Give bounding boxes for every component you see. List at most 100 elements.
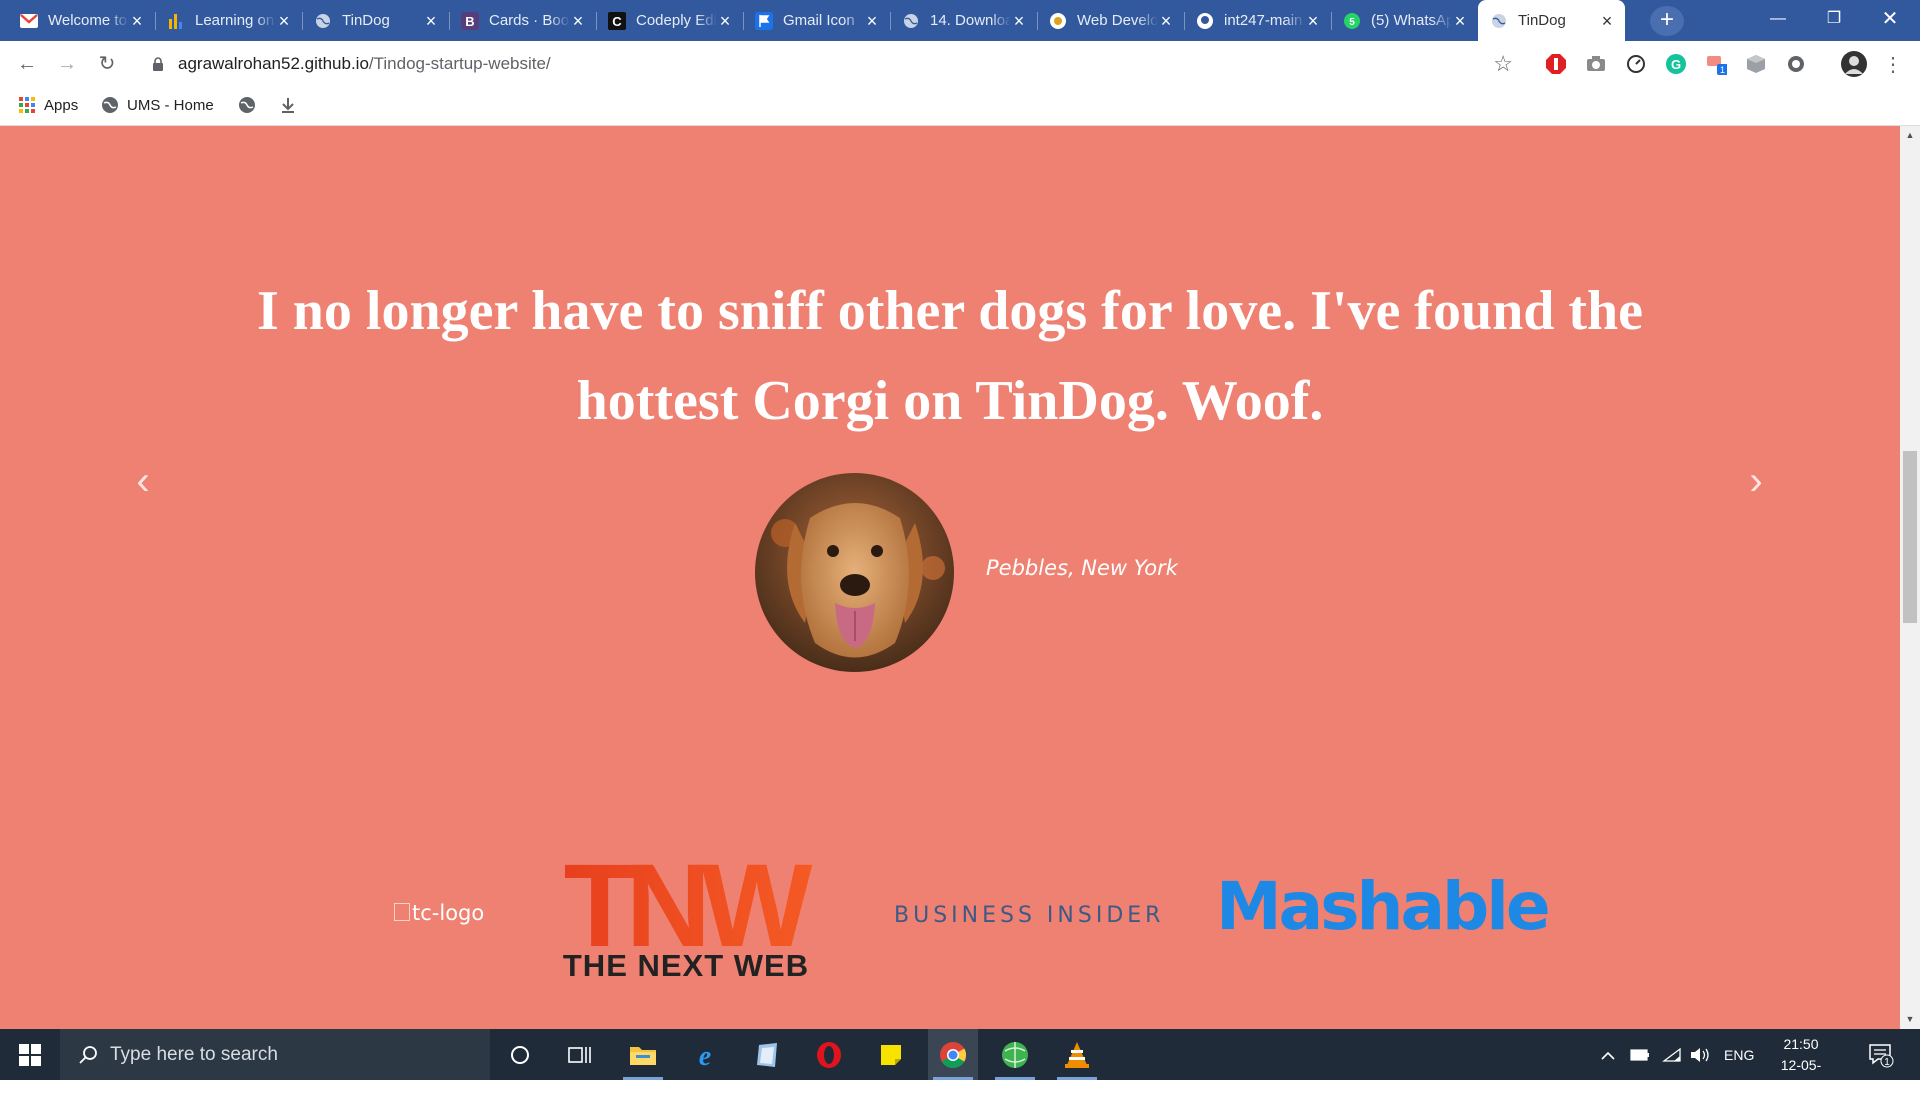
reload-button[interactable]: ↻ [92,49,122,79]
minimize-button[interactable]: — [1750,0,1806,41]
url-path: /Tindog-startup-website/ [368,53,551,73]
browser-tab[interactable]: int247-main × [1184,0,1331,41]
language-indicator[interactable]: ENG [1724,1029,1754,1080]
bookmark-globe[interactable] [238,96,264,114]
browser-tab[interactable]: B Cards · Bootstrap× [449,0,596,41]
taskbar-pdf-app[interactable] [742,1029,792,1080]
adblock-extension-icon[interactable] [1545,53,1567,75]
gmail-icon [20,12,38,30]
github-icon [1196,12,1214,30]
close-tab-icon[interactable]: × [1599,12,1615,30]
browser-tab[interactable]: TinDog × [302,0,449,41]
bookmark-apps-label: Apps [44,96,79,114]
taskbar-chrome[interactable] [928,1029,978,1080]
close-window-button[interactable]: ✕ [1862,0,1918,41]
bookmark-download[interactable] [279,96,305,114]
menu-kebab-icon[interactable]: ⋮ [1882,53,1904,76]
download-icon [282,98,294,113]
system-clock[interactable]: 21:50 12-05-2020 [1766,1034,1836,1097]
new-tab-button[interactable]: + [1650,6,1684,36]
tab-list: Welcome to × Learning on × TinDog × B Cards · B… [8,0,1625,41]
tnw-subtitle: THE NEXT WEB [562,948,810,983]
task-view-button[interactable] [555,1029,605,1080]
browser-tab[interactable]: 14. Download× [890,0,1037,41]
taskbar-browser-green[interactable] [990,1029,1040,1080]
close-tab-icon[interactable]: × [1452,12,1468,30]
techcrunch-logo-broken-image: tc-logo [394,901,484,925]
carousel-next-button[interactable]: › [1736,456,1776,506]
browser-tab[interactable]: TinDog × [1478,0,1625,41]
scrollbar-thumb[interactable] [1903,451,1917,623]
browser-tab[interactable]: Welcome to × [8,0,155,41]
cortana-button[interactable] [495,1029,545,1080]
close-tab-icon[interactable]: × [1158,12,1174,30]
browser-tab[interactable]: Learning on × [155,0,302,41]
back-button[interactable]: ← [12,49,42,79]
start-button[interactable] [0,1029,60,1080]
page-content: I no longer have to sniff other dogs for… [0,126,1900,1029]
close-tab-icon[interactable]: × [423,12,439,30]
bookmark-star-icon[interactable]: ☆ [1493,51,1513,77]
tab-title: Learning on [195,12,275,29]
vlc-cone-icon [1065,1041,1089,1068]
battery-icon[interactable] [1630,1029,1650,1080]
close-tab-icon[interactable]: × [864,12,880,30]
notification-count: 1 [1884,1057,1890,1068]
taskbar-vlc[interactable] [1052,1029,1102,1080]
show-hidden-icons-button[interactable] [1600,1029,1616,1080]
bookmark-ums-home[interactable]: UMS - Home [101,96,214,114]
svg-text:5: 5 [1349,17,1355,28]
taskbar-sticky-notes[interactable] [866,1029,916,1080]
forward-button[interactable]: → [52,49,82,79]
internet-explorer-icon: e [699,1041,711,1069]
close-tab-icon[interactable]: × [129,12,145,30]
clock-date: 12-05-2020 [1780,1057,1822,1094]
restore-button[interactable]: ❐ [1806,0,1862,41]
testimonial-dog-image [755,473,954,672]
action-center-button[interactable]: 1 [1868,1029,1894,1080]
badge-extension-icon[interactable]: 1 [1705,53,1727,75]
scroll-up-arrow-icon[interactable]: ▲ [1900,130,1920,140]
chrome-icon [940,1041,967,1068]
volume-icon[interactable] [1690,1029,1712,1080]
cube-extension-icon[interactable] [1745,53,1767,75]
taskbar-internet-explorer[interactable]: e [680,1029,730,1080]
close-tab-icon[interactable]: × [570,12,586,30]
browser-tab[interactable]: 5 (5) WhatsApp× [1331,0,1478,41]
carousel-prev-button[interactable]: ‹ [123,456,163,506]
bookmark-apps[interactable]: Apps [18,96,78,114]
chevron-left-icon: ‹ [136,459,150,503]
tab-title: TinDog [342,12,390,29]
camera-extension-icon[interactable] [1585,53,1607,75]
business-insider-logo: BUSINESS INSIDER [894,903,1165,928]
browser-tab[interactable]: C Codeply Editor× [596,0,743,41]
profile-avatar[interactable] [1840,50,1868,78]
taskbar-file-explorer[interactable] [618,1029,668,1080]
bookmarks-bar: Apps UMS - Home [0,86,1920,126]
speedometer-extension-icon[interactable] [1625,53,1647,75]
wifi-icon[interactable] [1662,1029,1682,1080]
flag-icon [755,11,773,30]
address-bar[interactable]: agrawalrohan52.github.io/Tindog-startup-… [140,47,1525,80]
mashable-logo: Mashable [1216,868,1551,945]
clock-time: 21:50 [1783,1036,1819,1052]
grammarly-extension-icon[interactable]: G [1665,53,1687,75]
scroll-down-arrow-icon[interactable]: ▼ [1900,1014,1920,1024]
close-tab-icon[interactable]: × [1011,12,1027,30]
browser-tab[interactable]: Gmail Icon × [743,0,890,41]
browser-tab[interactable]: Web Developer× [1037,0,1184,41]
circle-extension-icon[interactable] [1785,53,1807,75]
taskbar-opera[interactable] [804,1029,854,1080]
bookmark-ums-home-label: UMS - Home [127,96,214,114]
close-tab-icon[interactable]: × [717,12,733,30]
taskbar-search-box[interactable]: Type here to search [60,1029,490,1080]
tab-title: Gmail Icon [783,12,855,29]
lock-icon [153,56,163,71]
svg-text:B: B [465,14,474,29]
tab-title: Welcome to [48,12,127,29]
task-view-icon [568,1046,591,1063]
cortana-circle-icon [511,1045,529,1064]
close-tab-icon[interactable]: × [1305,12,1321,30]
close-tab-icon[interactable]: × [276,12,292,30]
page-scrollbar[interactable]: ▲ ▼ [1900,126,1920,1029]
